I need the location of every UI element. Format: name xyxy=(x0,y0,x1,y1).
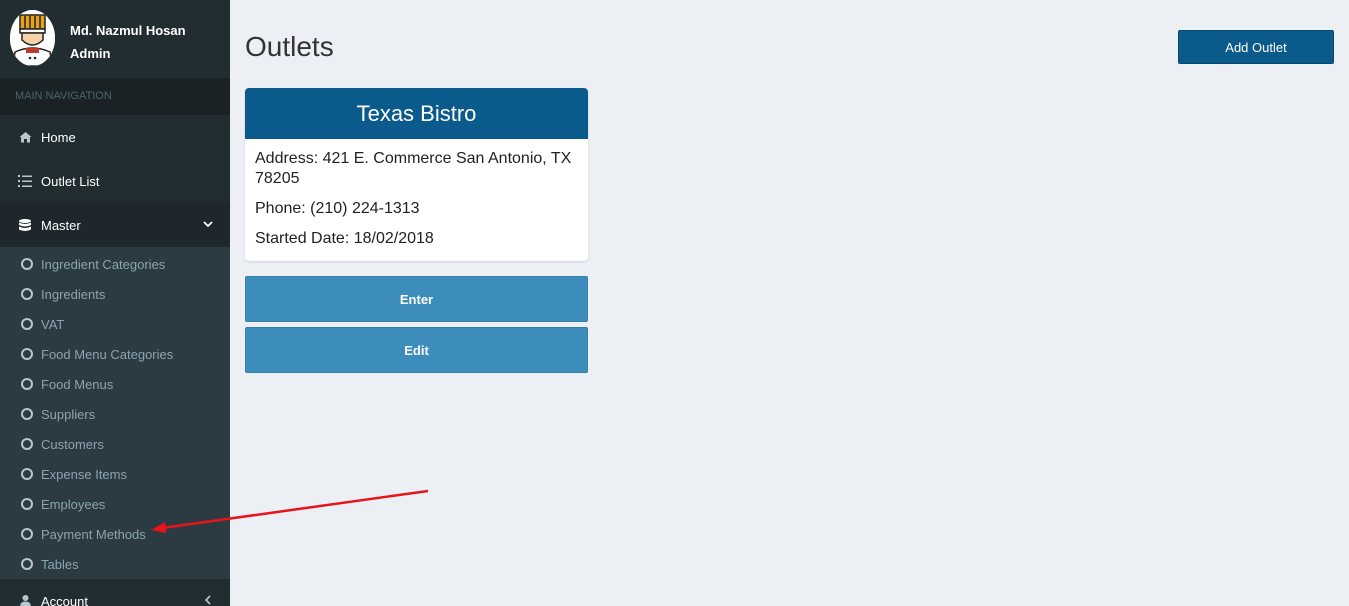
submenu-item-label: Expense Items xyxy=(41,466,127,482)
submenu-item-expense-items[interactable]: Expense Items xyxy=(0,459,230,489)
submenu-item-label: Ingredients xyxy=(41,286,106,302)
outlet-phone: Phone: (210) 224-1313 xyxy=(255,200,420,217)
submenu-item-label: Food Menu Categories xyxy=(41,346,174,362)
sidebar-item-outlet-list[interactable]: Outlet List xyxy=(0,159,230,203)
chevron-down-icon xyxy=(202,218,214,230)
circle-icon xyxy=(21,288,33,300)
sidebar-item-label: Account xyxy=(41,593,88,606)
sidebar-item-home[interactable]: Home xyxy=(0,115,230,159)
submenu-item-ingredients[interactable]: Ingredients xyxy=(0,279,230,309)
sidebar: Md. Nazmul Hosan Admin MAIN NAVIGATION H… xyxy=(0,0,230,606)
submenu-item-payment-methods[interactable]: Payment Methods xyxy=(0,519,230,549)
circle-icon xyxy=(21,468,33,480)
submenu-item-label: Ingredient Categories xyxy=(41,256,166,272)
sidebar-item-label: Outlet List xyxy=(41,173,100,189)
user-role: Admin xyxy=(70,46,111,61)
edit-button[interactable]: Edit xyxy=(245,327,588,373)
outlet-name: Texas Bistro xyxy=(245,88,588,139)
circle-icon xyxy=(21,408,33,420)
submenu-item-label: Tables xyxy=(41,556,79,572)
outlet-started-date: Started Date: 18/02/2018 xyxy=(255,230,434,247)
circle-icon xyxy=(21,558,33,570)
submenu-item-food-menu-categories[interactable]: Food Menu Categories xyxy=(0,339,230,369)
database-icon xyxy=(18,218,32,232)
nav-header: MAIN NAVIGATION xyxy=(0,78,230,115)
page-title: Outlets xyxy=(245,31,334,62)
chevron-left-icon xyxy=(202,594,214,606)
circle-icon xyxy=(21,348,33,360)
add-outlet-button[interactable]: Add Outlet xyxy=(1178,30,1334,64)
submenu-item-label: VAT xyxy=(41,316,65,332)
sidebar-item-label: Master xyxy=(41,217,81,233)
user-panel: Md. Nazmul Hosan Admin xyxy=(0,0,230,78)
master-submenu: Ingredient Categories Ingredients VAT Fo… xyxy=(0,247,230,579)
submenu-item-ingredient-categories[interactable]: Ingredient Categories xyxy=(0,249,230,279)
submenu-item-food-menus[interactable]: Food Menus xyxy=(0,369,230,399)
circle-icon xyxy=(21,378,33,390)
circle-icon xyxy=(21,318,33,330)
circle-icon xyxy=(21,498,33,510)
user-icon xyxy=(18,594,32,606)
home-icon xyxy=(18,130,32,144)
list-icon xyxy=(18,174,32,188)
circle-icon xyxy=(21,528,33,540)
submenu-item-customers[interactable]: Customers xyxy=(0,429,230,459)
sidebar-item-master[interactable]: Master xyxy=(0,203,230,247)
circle-icon xyxy=(21,258,33,270)
submenu-item-vat[interactable]: VAT xyxy=(0,309,230,339)
outlet-card: Texas Bistro Address: 421 E. Commerce Sa… xyxy=(245,88,588,261)
submenu-item-label: Food Menus xyxy=(41,376,114,392)
circle-icon xyxy=(21,438,33,450)
submenu-item-employees[interactable]: Employees xyxy=(0,489,230,519)
sidebar-item-account[interactable]: Account xyxy=(0,579,230,606)
sidebar-item-label: Home xyxy=(41,129,76,145)
user-name: Md. Nazmul Hosan xyxy=(70,23,186,38)
chef-avatar xyxy=(10,10,55,66)
submenu-item-label: Employees xyxy=(41,496,106,512)
submenu-item-suppliers[interactable]: Suppliers xyxy=(0,399,230,429)
submenu-item-label: Payment Methods xyxy=(41,526,146,542)
submenu-item-tables[interactable]: Tables xyxy=(0,549,230,579)
outlet-details: Address: 421 E. Commerce San Antonio, TX… xyxy=(245,139,588,249)
outlet-address: Address: 421 E. Commerce San Antonio, TX… xyxy=(255,150,572,187)
submenu-item-label: Suppliers xyxy=(41,406,96,422)
submenu-item-label: Customers xyxy=(41,436,104,452)
enter-button[interactable]: Enter xyxy=(245,276,588,322)
